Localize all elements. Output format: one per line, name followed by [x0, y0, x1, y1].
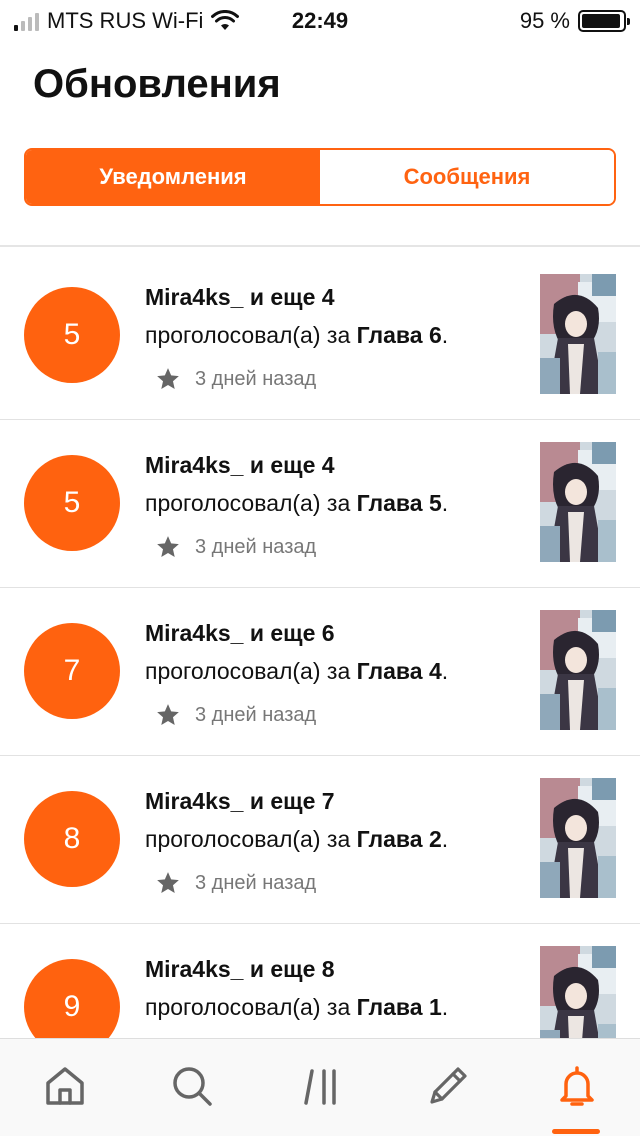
description-suffix: . — [441, 994, 449, 1020]
action-text: проголосовал(а) за — [145, 658, 357, 684]
count-badge: 5 — [24, 455, 120, 551]
tab-write[interactable] — [423, 1061, 473, 1111]
notification-meta: 3 дней назад — [155, 870, 316, 896]
action-text: проголосовал(а) за — [145, 490, 357, 516]
story-cover-thumbnail[interactable] — [540, 610, 616, 730]
story-cover-thumbnail[interactable] — [540, 274, 616, 394]
active-tab-indicator — [552, 1129, 600, 1134]
battery-fill — [582, 14, 620, 28]
count-badge: 7 — [24, 623, 120, 719]
notification-description: проголосовал(а) за Глава 4. — [145, 658, 448, 685]
timestamp: 3 дней назад — [195, 703, 317, 726]
chapter-link[interactable]: Глава 6 — [357, 322, 442, 348]
notification-row[interactable]: 5 Mira4ks_ и еще 4 проголосовал(а) за Гл… — [0, 252, 640, 420]
notification-description: проголосовал(а) за Глава 6. — [145, 322, 448, 349]
chapter-link[interactable]: Глава 4 — [357, 658, 442, 684]
timestamp: 3 дней назад — [195, 871, 317, 894]
star-icon — [157, 368, 179, 389]
notification-row[interactable]: 7 Mira4ks_ и еще 6 проголосовал(а) за Гл… — [0, 588, 640, 756]
action-text: проголосовал(а) за — [145, 826, 357, 852]
divider — [0, 245, 640, 247]
story-cover-thumbnail[interactable] — [540, 778, 616, 898]
bell-icon — [560, 1066, 594, 1106]
tab-messages[interactable]: Сообщения — [320, 150, 614, 204]
story-cover-thumbnail[interactable] — [540, 946, 616, 1038]
write-icon — [430, 1067, 467, 1104]
notification-list[interactable]: 5 Mira4ks_ и еще 4 проголосовал(а) за Гл… — [0, 252, 640, 1038]
chapter-link[interactable]: Глава 5 — [357, 490, 442, 516]
notification-meta: 3 дней назад — [155, 366, 316, 392]
description-suffix: . — [441, 322, 449, 348]
notification-title[interactable]: Mira4ks_ и еще 6 — [145, 620, 335, 647]
description-suffix: . — [441, 658, 449, 684]
timestamp: 3 дней назад — [195, 535, 317, 558]
search-icon — [173, 1067, 212, 1106]
status-bar: MTS RUS Wi-Fi 22:49 95 % — [0, 0, 640, 40]
tab-search[interactable] — [167, 1061, 217, 1111]
battery-icon — [578, 10, 630, 32]
tab-notifications-bell[interactable] — [552, 1061, 602, 1111]
count-badge: 8 — [24, 791, 120, 887]
battery-percentage: 95 % — [519, 8, 570, 33]
notification-title[interactable]: Mira4ks_ и еще 4 — [145, 284, 335, 311]
count-badge: 5 — [24, 287, 120, 383]
count-badge: 9 — [24, 959, 120, 1038]
chapter-link[interactable]: Глава 2 — [357, 826, 442, 852]
notification-row[interactable]: 9 Mira4ks_ и еще 8 проголосовал(а) за Гл… — [0, 924, 640, 1038]
notification-title[interactable]: Mira4ks_ и еще 4 — [145, 452, 335, 479]
star-icon — [157, 536, 179, 557]
cover-art-image — [540, 610, 616, 730]
description-suffix: . — [441, 490, 449, 516]
description-suffix: . — [441, 826, 449, 852]
notification-row[interactable]: 8 Mira4ks_ и еще 7 проголосовал(а) за Гл… — [0, 756, 640, 924]
cover-art-image — [540, 442, 616, 562]
timestamp: 3 дней назад — [195, 367, 317, 390]
action-text: проголосовал(а) за — [145, 322, 357, 348]
tab-library[interactable] — [296, 1061, 346, 1111]
library-icon — [304, 1069, 336, 1105]
notification-meta: 3 дней назад — [155, 702, 316, 728]
action-text: проголосовал(а) за — [145, 994, 357, 1020]
notification-row[interactable]: 5 Mira4ks_ и еще 4 проголосовал(а) за Гл… — [0, 420, 640, 588]
cover-art-image — [540, 946, 616, 1038]
notification-description: проголосовал(а) за Глава 1. — [145, 994, 448, 1021]
segmented-control: Уведомления Сообщения — [24, 148, 616, 206]
notification-meta: 3 дней назад — [155, 534, 316, 560]
bottom-tab-bar — [0, 1038, 640, 1136]
cover-art-image — [540, 778, 616, 898]
star-icon — [157, 872, 179, 893]
tab-home[interactable] — [40, 1061, 90, 1111]
star-icon — [157, 704, 179, 725]
page-title: Обновления — [33, 62, 281, 106]
tab-notifications[interactable]: Уведомления — [26, 150, 320, 204]
notification-title[interactable]: Mira4ks_ и еще 8 — [145, 956, 335, 983]
cover-art-image — [540, 274, 616, 394]
notification-title[interactable]: Mira4ks_ и еще 7 — [145, 788, 335, 815]
story-cover-thumbnail[interactable] — [540, 442, 616, 562]
home-icon — [46, 1067, 84, 1105]
notification-description: проголосовал(а) за Глава 5. — [145, 490, 448, 517]
notification-description: проголосовал(а) за Глава 2. — [145, 826, 448, 853]
status-right: 95 % — [519, 8, 630, 34]
chapter-link[interactable]: Глава 1 — [357, 994, 442, 1020]
